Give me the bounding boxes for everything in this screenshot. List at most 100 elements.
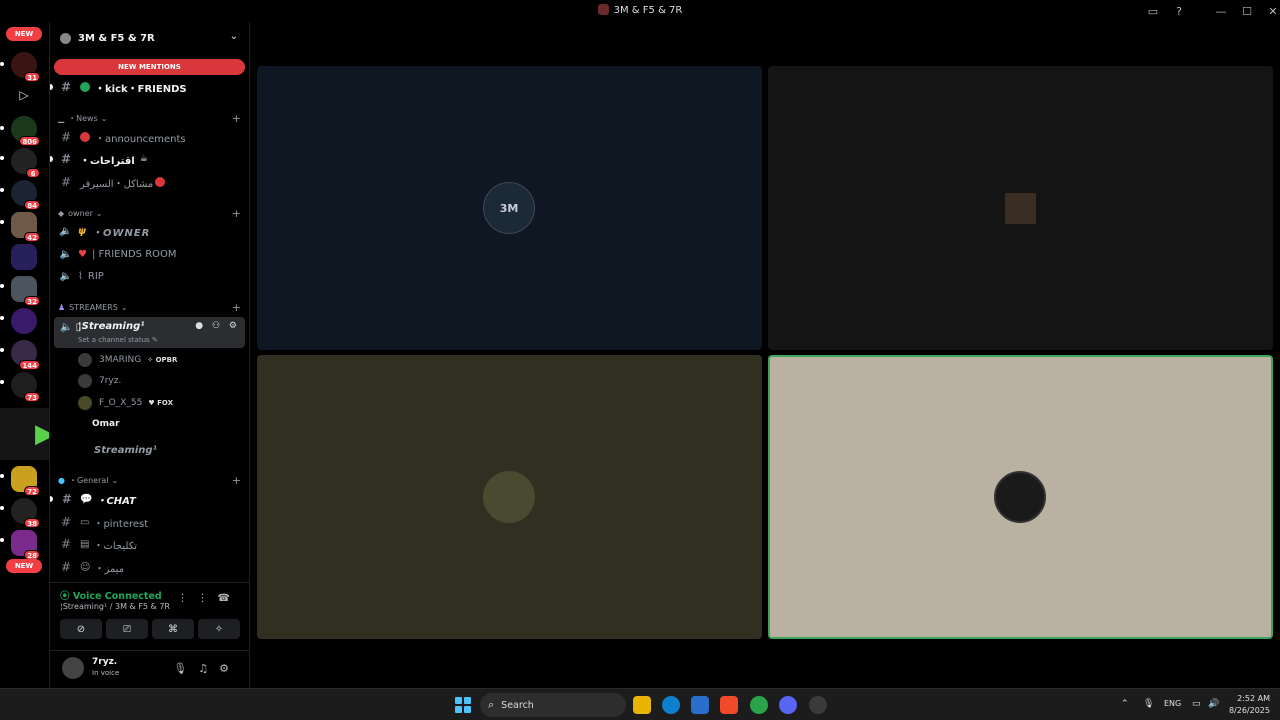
server-icon-12[interactable]: 28	[11, 530, 40, 560]
chevron-up-icon[interactable]: ⌃	[1121, 699, 1129, 709]
category-label: ・General	[68, 475, 109, 485]
taskbar-search[interactable]: ⌕ Search	[480, 693, 626, 717]
unread-pip	[0, 538, 4, 542]
server-icon-streamers[interactable]	[11, 244, 37, 270]
unread-pip	[0, 284, 4, 288]
voice-channel-owner[interactable]: 🔈 ψ ・OWNER	[54, 221, 245, 241]
help-icon[interactable]: ?	[1166, 0, 1192, 22]
discover-icon[interactable]: ▷	[11, 82, 37, 108]
activities-button[interactable]: ⌘	[152, 619, 194, 639]
minimize-button[interactable]: —	[1208, 0, 1234, 22]
inbox-icon[interactable]: ▭	[1140, 0, 1166, 22]
channel-clips[interactable]: # ▤ ・تكليجات	[54, 534, 245, 554]
server-icon-1[interactable]: 31	[11, 52, 40, 82]
server-icon-9[interactable]: 73	[11, 372, 40, 402]
category-general[interactable]: ● ・General ⌄ +	[58, 473, 245, 487]
add-channel-icon[interactable]: +	[232, 207, 241, 220]
new-mentions-pill[interactable]: NEW MENTIONS	[54, 59, 245, 75]
red-circle-icon	[80, 132, 90, 142]
channel-pinterest[interactable]: # ▭ ・pinterest	[54, 512, 245, 532]
server-rail: NEW 31 ▷ 806 6 84 42 32 144 73 ▶ 72 38 2…	[0, 22, 90, 688]
network-icon[interactable]: ▭	[1192, 699, 1201, 709]
voice-channel-rip[interactable]: 🔈 ⌇ RIP	[54, 266, 245, 286]
avatar	[78, 353, 92, 367]
category-streamers[interactable]: ♟ STREAMERS ⌄ +	[58, 300, 245, 314]
discord-icon[interactable]	[779, 696, 797, 714]
camera-off-button[interactable]: ⊘	[60, 619, 102, 639]
new-pill-top[interactable]: NEW	[6, 27, 42, 41]
server-icon-6[interactable]: 32	[11, 276, 40, 306]
chevron-down-icon[interactable]: ⌄	[230, 31, 238, 42]
channel-kick-friends[interactable]: # ・kick・FRIENDS	[50, 77, 245, 97]
app-icon[interactable]	[809, 696, 827, 714]
chrome-icon[interactable]	[750, 696, 768, 714]
windows-start-icon[interactable]	[455, 697, 471, 713]
new-pill-bottom[interactable]: NEW	[6, 559, 42, 573]
volume-icon[interactable]: 🔊	[1208, 699, 1219, 709]
voice-location[interactable]: ¦Streaming¹ / 3M & F5 & 7R	[60, 602, 170, 611]
headphones-icon[interactable]: ♫	[198, 662, 219, 675]
brave-icon[interactable]	[720, 696, 738, 714]
category-owner[interactable]: ◆ owner ⌄ +	[58, 206, 245, 220]
text-channel-icon: #	[60, 80, 72, 94]
voice-member[interactable]: 3MARING ✧ OPBR	[78, 352, 177, 368]
voice-member[interactable]: F_O_X_55 ♥ FOX	[78, 395, 173, 411]
voice-channel-streaming-active[interactable]: 🔈 ▯ ¦Streaming¹ Set a channel status ✎ ●…	[54, 317, 245, 348]
server-badge: 6	[26, 168, 40, 178]
server-icon-4[interactable]: 84	[11, 180, 40, 210]
channel-announcements[interactable]: # ・announcements	[54, 127, 245, 147]
channel-label: ・kick・FRIENDS	[95, 83, 187, 95]
server-icon-10[interactable]: 72	[11, 466, 40, 496]
add-channel-icon[interactable]: +	[232, 112, 241, 125]
server-icon-8[interactable]: 144	[11, 340, 40, 370]
soundboard-button[interactable]: ✧	[198, 619, 240, 639]
user-name[interactable]: 7ryz.	[92, 657, 117, 667]
voice-member[interactable]: Omar	[92, 416, 120, 432]
gear-icon[interactable]: ⚙	[219, 662, 240, 675]
add-channel-icon[interactable]: +	[232, 301, 241, 314]
voice-member[interactable]: 7ryz.	[78, 373, 121, 389]
mic-icon[interactable]: 🎙	[173, 662, 198, 675]
channel-memes[interactable]: # ☺ ・ميمز	[54, 557, 245, 577]
voice-status[interactable]: ⦿ Voice Connected	[60, 588, 162, 602]
text-channel-icon: #	[60, 560, 72, 574]
add-channel-icon[interactable]: +	[232, 474, 241, 487]
category-news[interactable]: ▁ ・News ⌄ +	[58, 111, 245, 125]
store-icon[interactable]	[691, 696, 709, 714]
window-controls: — ☐ ✕	[1208, 0, 1280, 22]
voice-stage: 3M	[250, 22, 1280, 688]
maximize-button[interactable]: ☐	[1234, 0, 1260, 22]
server-header[interactable]: 3M & F5 & 7R ⌄	[50, 26, 250, 50]
channel-server-issues[interactable]: # مشاكل・السيرفر	[54, 172, 245, 192]
clock[interactable]: 2:52 AM 8/26/2025	[1226, 693, 1270, 717]
server-icon-2[interactable]: 806	[11, 116, 40, 146]
screen-share-button[interactable]: ⎚	[106, 619, 148, 639]
server-icon-3[interactable]: 6	[11, 148, 40, 178]
participant-tile-4-speaking[interactable]	[768, 355, 1273, 639]
participant-tile-1[interactable]: 3M	[257, 66, 762, 350]
participant-tile-3[interactable]	[257, 355, 762, 639]
server-badge: 144	[19, 360, 40, 370]
language-indicator[interactable]: ENG	[1164, 699, 1181, 708]
noise-suppression-icon[interactable]: ⋮⋮	[178, 593, 218, 604]
edge-icon[interactable]	[662, 696, 680, 714]
channel-chat[interactable]: # 💬 ・CHAT	[50, 489, 245, 509]
avatar[interactable]	[62, 657, 84, 679]
channel-suggestions[interactable]: # ・اقتراحات ☕	[50, 149, 245, 169]
channel-actions[interactable]: ● ⚇ ⚙	[195, 321, 240, 331]
mic-icon[interactable]: 🎙	[1143, 699, 1154, 709]
server-icon-11[interactable]: 38	[11, 498, 40, 528]
server-icon-7[interactable]	[11, 308, 37, 334]
channel-status[interactable]: Set a channel status ✎	[78, 336, 158, 344]
text-channel-icon: #	[60, 175, 72, 189]
voice-channel-streaming-2[interactable]: Streaming¹	[54, 440, 245, 460]
server-icon-5[interactable]: 42	[11, 212, 40, 242]
voice-connection-panel: ⦿ Voice Connected ¦Streaming¹ / 3M & F5 …	[50, 582, 250, 646]
voice-channel-friends-room[interactable]: 🔈 ♥ | FRIENDS ROOM	[54, 244, 245, 264]
disconnect-icon[interactable]: ☎	[218, 593, 240, 604]
unread-pip	[0, 188, 4, 192]
close-button[interactable]: ✕	[1260, 0, 1280, 22]
file-explorer-icon[interactable]	[633, 696, 651, 714]
unread-pip	[0, 126, 4, 130]
participant-tile-2[interactable]	[768, 66, 1273, 350]
